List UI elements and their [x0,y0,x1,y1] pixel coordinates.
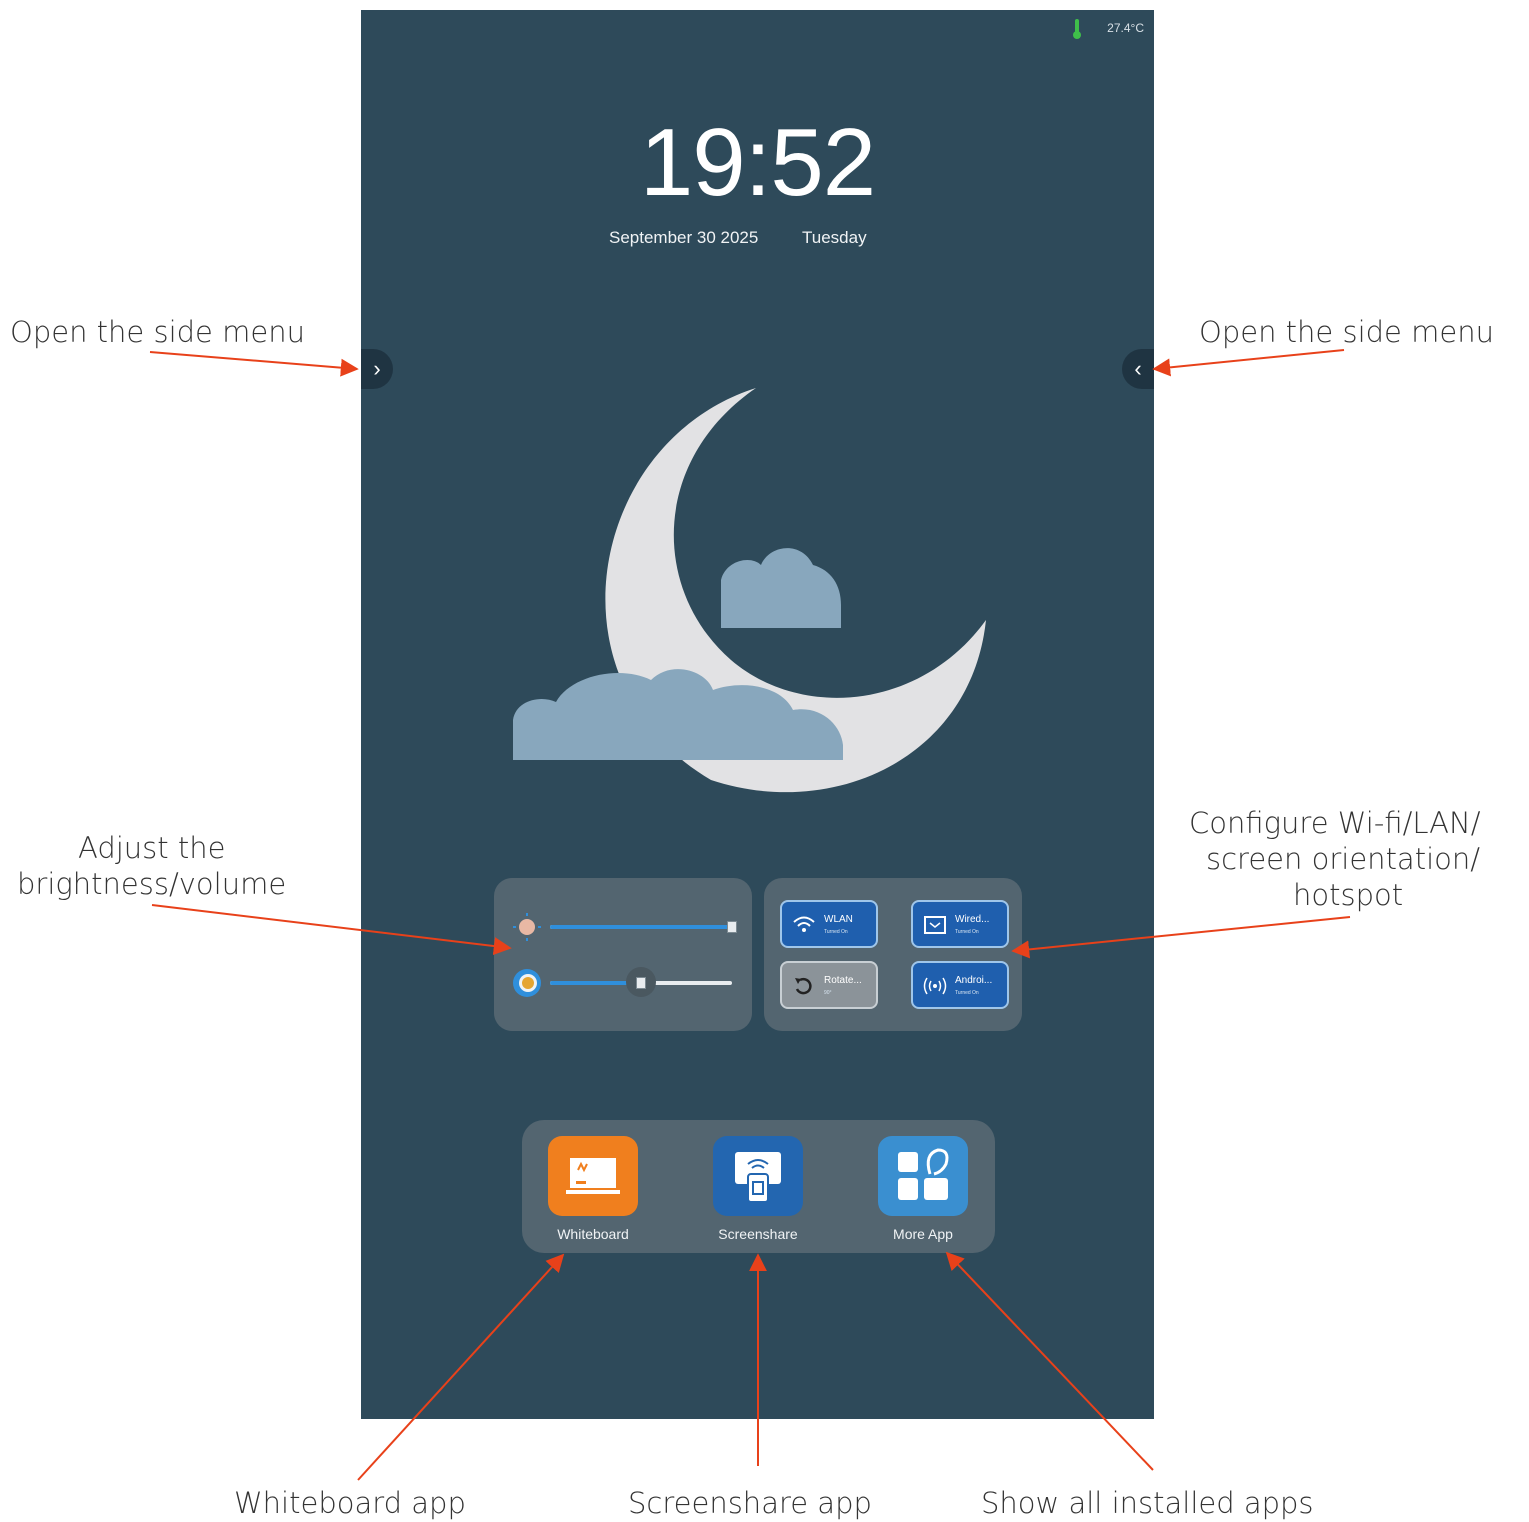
tile-hotspot-label: Androi... [955,975,993,986]
volume-icon [513,969,541,997]
brightness-volume-panel [494,878,752,1031]
device-screen: 27.4°C 19:52 September 30 2025 Tuesday ›… [361,10,1154,1419]
volume-thumb[interactable] [636,977,646,989]
tile-wlan-label: WLAN [824,914,853,925]
whiteboard-icon [548,1136,638,1216]
arrow-side-menu-left [149,351,359,377]
tile-rotate-status: 90° [824,990,832,996]
callout-config-line1: Configure Wi-fi/LAN/ [1189,806,1481,840]
tile-wlan[interactable]: WLAN Turned On [780,900,878,948]
arrow-side-menu-right [1152,349,1345,377]
tile-hotspot[interactable]: Androi... Turned On [911,961,1009,1009]
date-label: September 30 2025 [609,228,759,247]
callout-config-line2: screen orientation/ [1206,842,1481,876]
brightness-track [550,921,737,933]
clock-time: 19:52 [639,109,876,216]
tile-rotate-label: Rotate... [824,975,862,986]
app-screenshare-label: Screenshare [718,1226,798,1242]
tile-rotate[interactable]: Rotate... 90° [780,961,878,1009]
chevron-left-icon: ‹ [1134,356,1142,381]
more-apps-icon [878,1136,968,1216]
brightness-fill [550,925,732,929]
brightness-icon [513,913,541,941]
tile-wired-label: Wired... [955,914,990,925]
callout-brightness-line1: Adjust the [78,831,226,865]
tile-wired-status: Turned On [955,929,979,935]
app-dock: Whiteboard Screenshare More App [522,1120,995,1253]
app-whiteboard-label: Whiteboard [557,1226,629,1242]
app-whiteboard[interactable]: Whiteboard [538,1136,648,1242]
side-menu-right-button[interactable]: ‹ [1122,349,1154,389]
volume-track [550,967,732,997]
volume-slider[interactable] [512,967,740,998]
callout-screenshare: Screenshare app [628,1486,872,1520]
app-more-label: More App [893,1226,953,1242]
callout-config-line3: hotspot [1293,878,1404,912]
ethernet-icon [924,916,946,934]
thermometer-icon [1073,19,1081,39]
callout-side-menu-right: Open the side menu [1199,315,1494,349]
tile-wired[interactable]: Wired... Turned On [911,900,1009,948]
tile-wlan-status: Turned On [824,929,848,935]
callout-whiteboard: Whiteboard app [234,1486,466,1520]
callout-side-menu-left: Open the side menu [10,315,305,349]
tile-hotspot-status: Turned On [955,990,979,996]
brightness-thumb[interactable] [727,921,737,933]
side-menu-left-button[interactable]: › [361,349,393,389]
wifi-icon [793,916,815,932]
quick-settings-panel: WLAN Turned On Wired... Turned On Rotate… [764,878,1022,1031]
screenshare-icon [713,1136,803,1216]
rotate-icon [795,977,812,995]
callout-all-apps: Show all installed apps [981,1486,1314,1520]
moon-weather-icon [513,388,986,793]
app-screenshare[interactable]: Screenshare [703,1136,813,1242]
brightness-slider[interactable] [512,912,740,942]
weekday-label: Tuesday [802,228,867,247]
app-more[interactable]: More App [868,1136,978,1242]
chevron-right-icon: › [373,356,381,381]
callout-brightness-line2: brightness/volume [17,867,287,901]
temperature-readout: 27.4°C [1107,21,1144,35]
hotspot-icon [923,977,947,995]
